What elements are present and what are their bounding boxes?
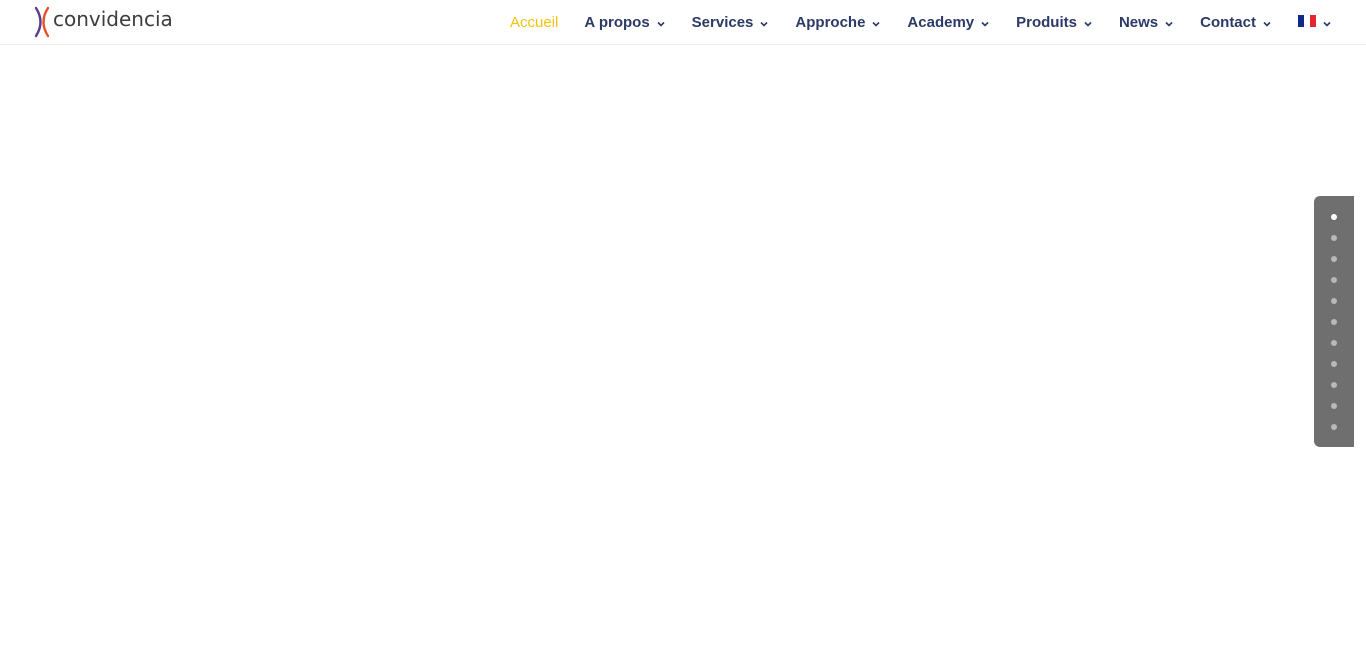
nav-item-approche[interactable]: Approche [795,0,881,45]
chevron-down-icon [1263,21,1271,27]
chevron-down-icon [872,21,880,27]
logo[interactable]: convidencia [33,6,173,38]
nav-item-label: Academy [907,14,975,31]
section-dot[interactable] [1331,319,1337,325]
section-dot[interactable] [1331,382,1337,388]
section-dot[interactable] [1331,424,1337,430]
language-switcher[interactable] [1298,0,1332,45]
logo-mark-icon [34,6,50,38]
logo-text: convidencia [53,7,173,31]
section-dot[interactable] [1331,298,1337,304]
chevron-down-icon [1165,21,1173,27]
chevron-down-icon [1084,21,1092,27]
nav-item-label: News [1118,14,1159,31]
chevron-down-icon [760,21,768,27]
section-dot[interactable] [1331,235,1337,241]
chevron-down-icon [1323,21,1331,27]
section-nav-dots [1314,196,1354,447]
section-dot[interactable] [1331,403,1337,409]
nav-item-label: Produits [1016,14,1077,31]
chevron-down-icon [981,21,989,27]
nav-item-academy[interactable]: Academy [907,0,990,45]
chevron-down-icon [657,21,665,27]
nav-item-label: Approche [795,14,866,31]
french-flag-icon [1298,15,1316,27]
section-dot[interactable] [1331,361,1337,367]
section-dot[interactable] [1331,214,1337,220]
nav-item-accueil[interactable]: Accueil [510,0,558,45]
nav-item-contact[interactable]: Contact [1200,0,1272,45]
nav-item-a-propos[interactable]: A propos [584,0,665,45]
nav-item-news[interactable]: News [1119,0,1174,45]
nav-item-label: Accueil [510,14,559,31]
site-header: convidencia Accueil A propos Services Ap… [0,0,1366,45]
nav-item-produits[interactable]: Produits [1016,0,1093,45]
section-dot[interactable] [1331,340,1337,346]
section-dot[interactable] [1331,256,1337,262]
main-nav: Accueil A propos Services Approche Acade… [510,0,1366,45]
nav-item-label: Services [691,14,754,31]
nav-item-services[interactable]: Services [692,0,770,45]
nav-item-label: Contact [1200,14,1256,31]
section-dot[interactable] [1331,277,1337,283]
nav-item-label: A propos [584,14,650,31]
